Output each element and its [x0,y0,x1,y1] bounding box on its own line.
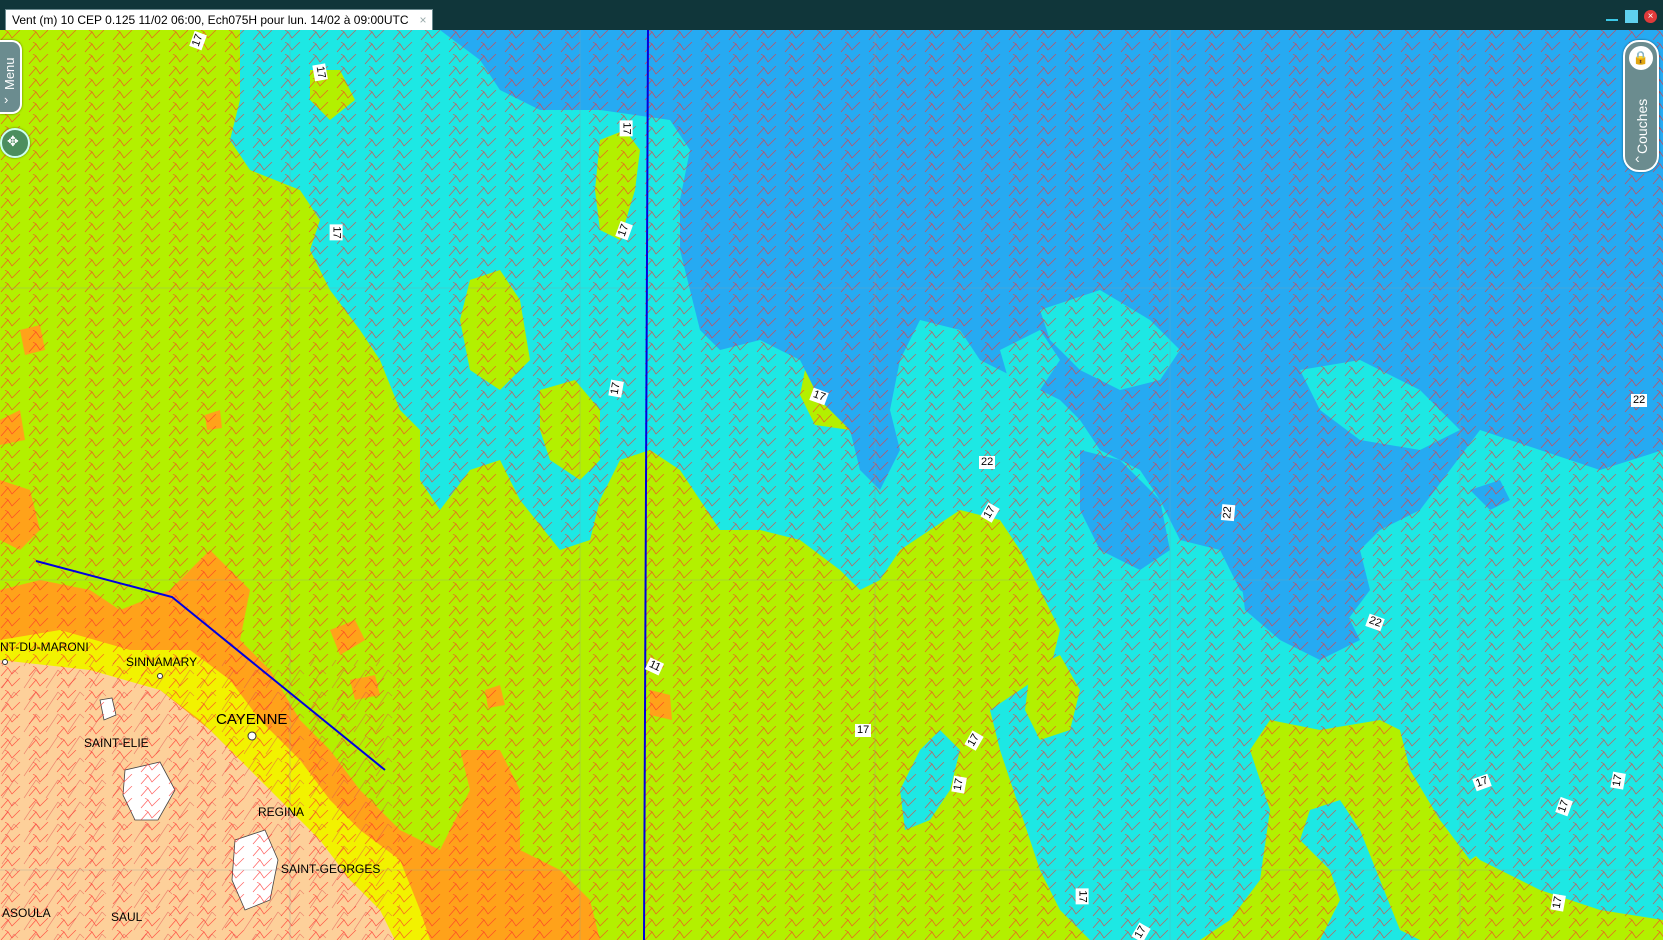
isoline-label: 17 [951,775,967,794]
menu-button[interactable]: Menu › [0,40,22,114]
maximize-icon[interactable] [1625,9,1638,23]
isoline-label: 22 [1220,503,1236,522]
minimize-icon[interactable] [1605,9,1619,23]
chevron-right-icon: › [4,92,9,107]
city-marker-sinnamary[interactable] [157,673,163,679]
place-label: SAINT-GEORGES [281,862,381,876]
place-label: ASOULA [2,906,51,920]
layers-label: Couches [1634,98,1650,154]
city-marker-cayenne[interactable] [247,731,257,741]
menu-label: Menu [2,57,17,90]
place-label: SAUL [111,910,143,924]
place-label: REGINA [258,805,305,819]
lock-icon[interactable]: 🔒 [1629,46,1653,70]
wind-map[interactable]: 17 17 17 17 17 17 22 17 22 22 22 11 17 1… [0,30,1663,940]
chevron-left-icon: ‹ [1635,150,1640,166]
place-label: NT-DU-MARONI [0,640,89,654]
city-marker-maroni[interactable] [2,659,8,665]
window-close-icon[interactable]: × [1644,9,1657,23]
window-controls: × [1605,9,1657,23]
isoline-label: 22 [1631,394,1648,407]
place-label: SAINT-ELIE [84,736,149,750]
pan-button[interactable]: ✥ [0,128,30,158]
isoline-label: 17 [1610,771,1626,790]
wind-field [0,30,1663,940]
tab-close-icon[interactable]: × [419,10,426,30]
layers-button[interactable]: 🔒 Couches ‹ [1623,40,1659,172]
map-tab-title: Vent (m) 10 CEP 0.125 11/02 06:00, Ech07… [12,13,409,27]
isoline-label: 17 [608,379,624,398]
isoline-label: 17 [1550,893,1566,912]
isoline-label: 17 [619,120,633,137]
isoline-label: 22 [979,456,996,469]
map-tab[interactable]: Vent (m) 10 CEP 0.125 11/02 06:00, Ech07… [5,9,434,30]
place-label: CAYENNE [216,711,288,728]
title-bar: Vent (m) 10 CEP 0.125 11/02 06:00, Ech07… [0,0,1663,30]
isoline-label: 17 [329,224,343,241]
isoline-label: 17 [1075,888,1089,905]
place-label: SINNAMARY [126,655,198,669]
isoline-label: 17 [855,724,872,737]
move-arrows-icon: ✥ [7,133,19,149]
isoline-label: 17 [312,63,328,82]
wind-barbs [0,30,1663,940]
